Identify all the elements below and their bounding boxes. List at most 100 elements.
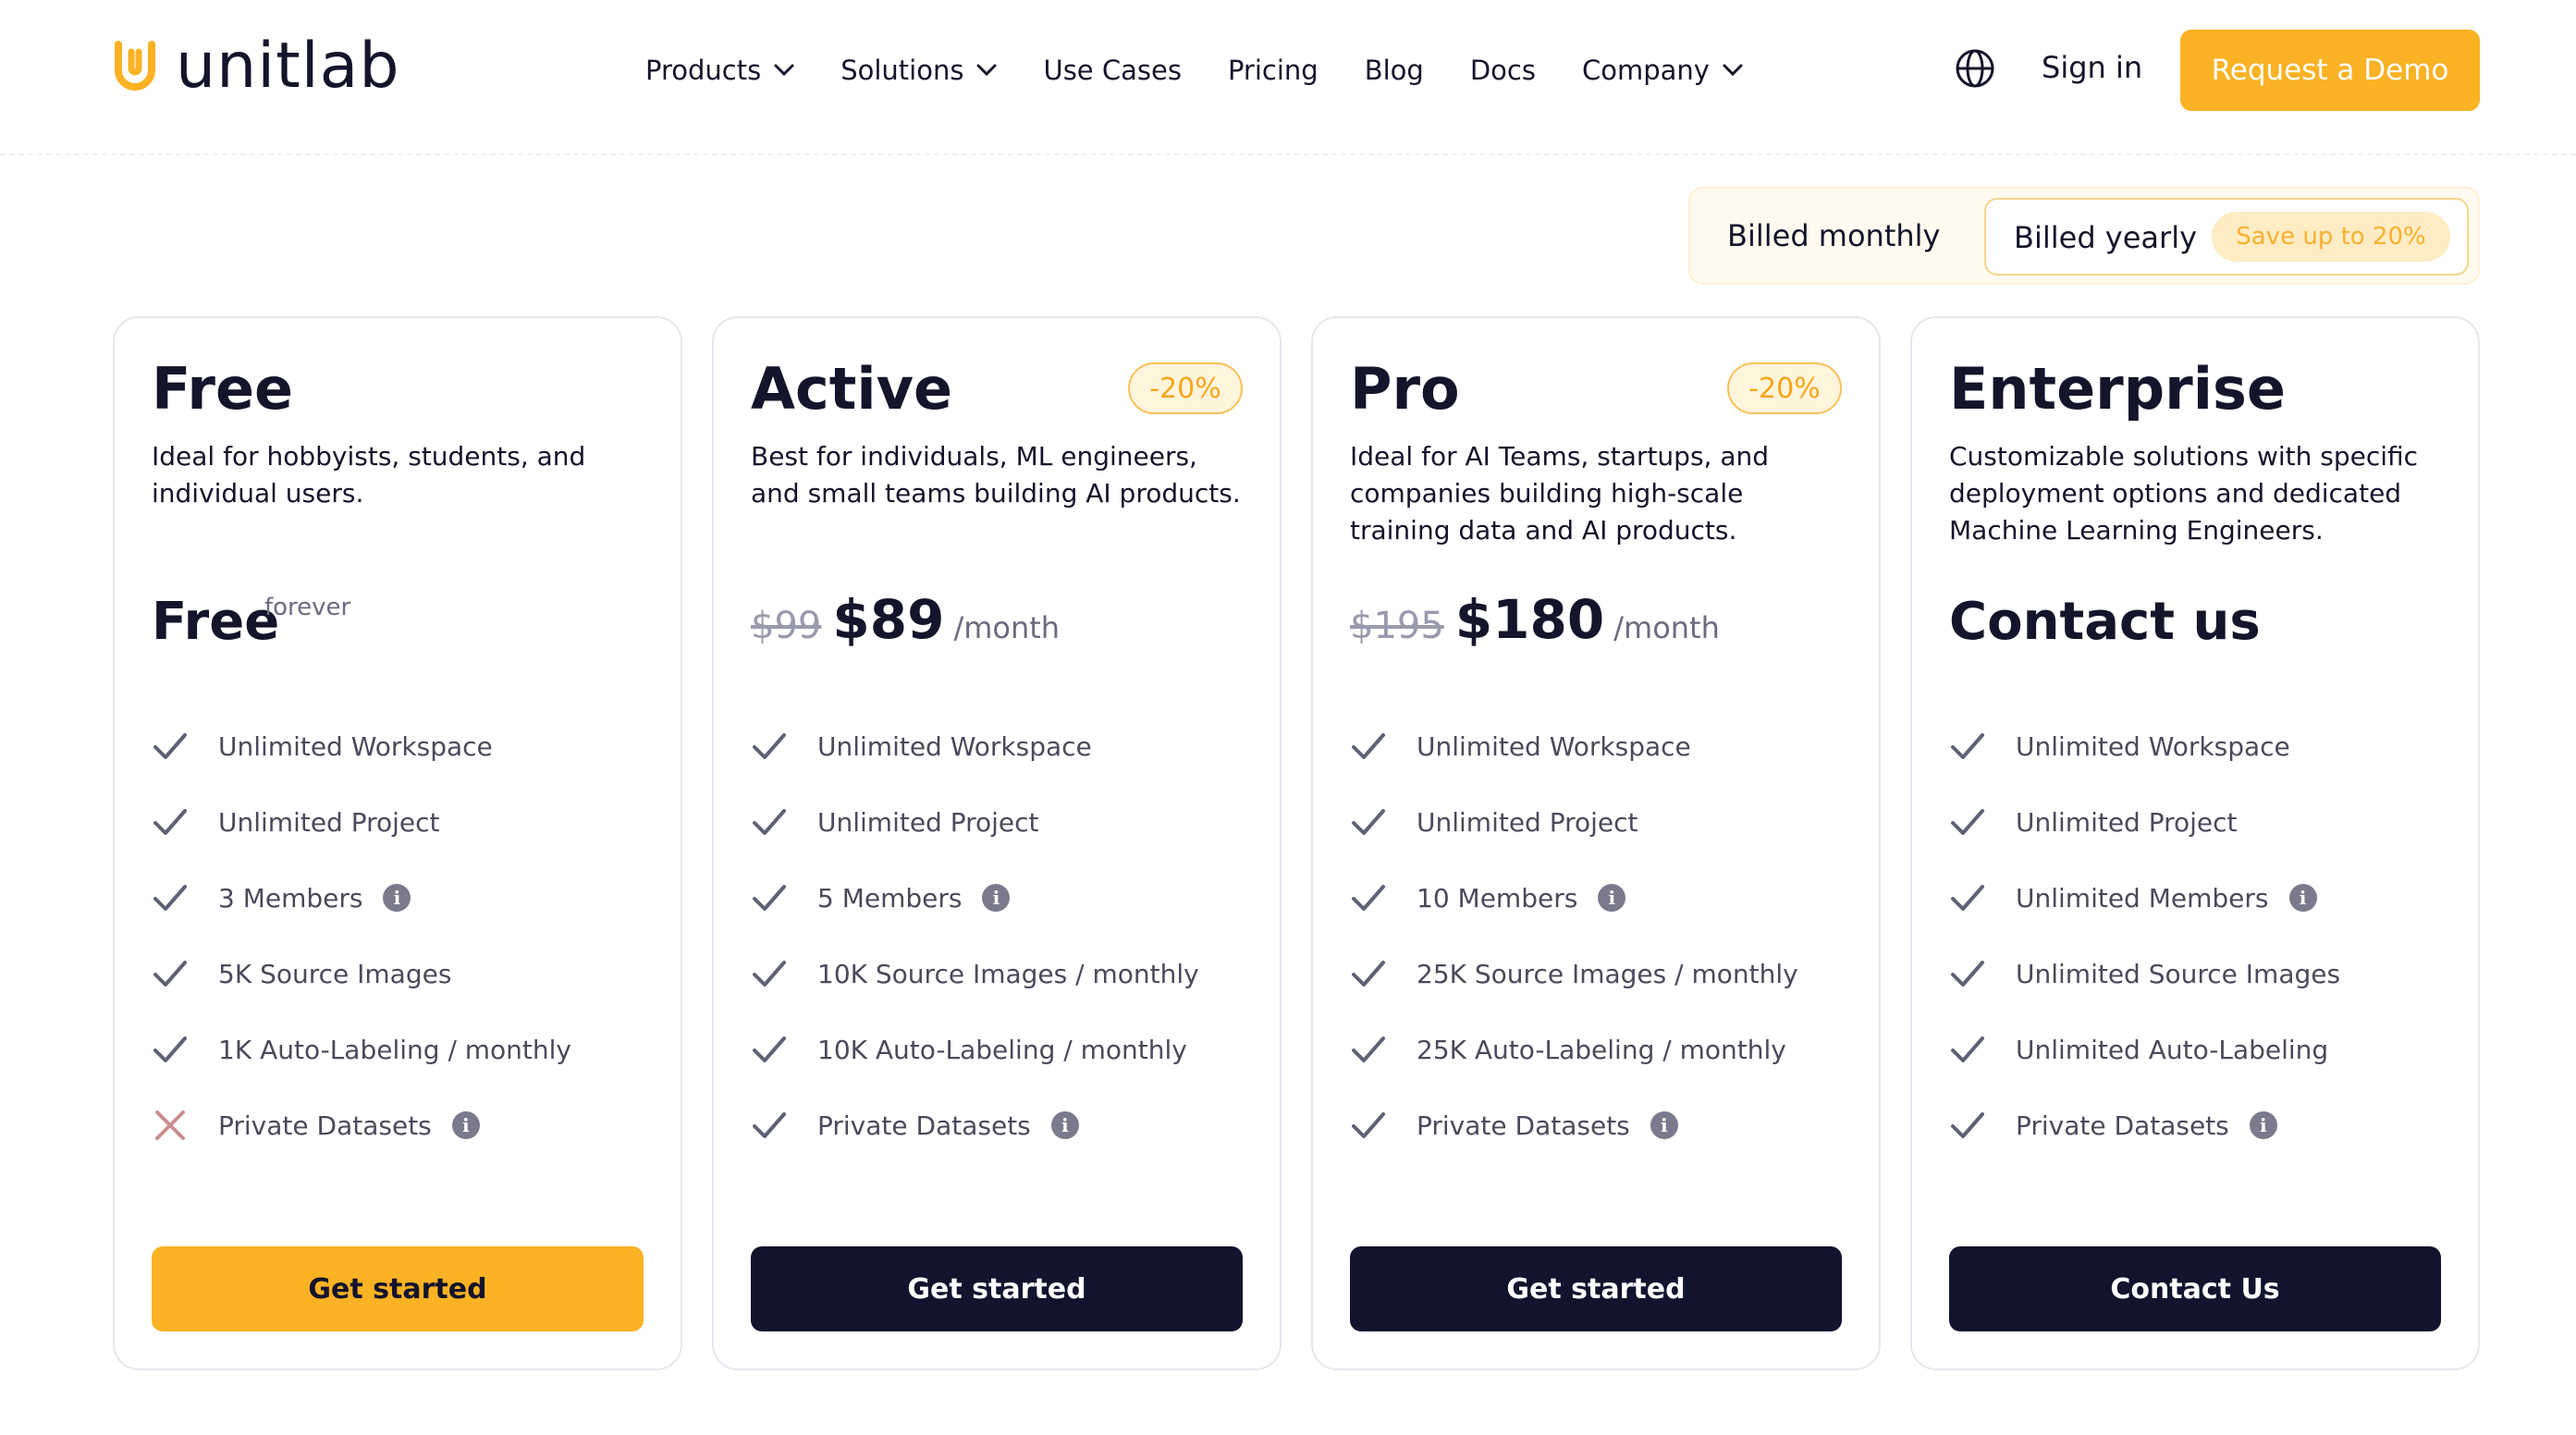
feature-text: Unlimited Project: [817, 806, 1039, 838]
feature-text: Unlimited Project: [2016, 806, 2238, 838]
chevron-down-icon: [1723, 64, 1743, 77]
discount-badge: -20%: [1128, 362, 1243, 414]
feature-text: Unlimited Project: [218, 806, 440, 838]
globe-icon[interactable]: [1955, 48, 1995, 89]
info-icon[interactable]: i: [383, 884, 411, 912]
feature-item: 25K Auto-Labeling / monthly: [1350, 1012, 1868, 1087]
feature-text: 25K Auto-Labeling / monthly: [1417, 1034, 1786, 1065]
feature-list: Unlimited Workspace Unlimited Project 10 M…: [1350, 708, 1868, 1163]
save-badge: Save up to 20%: [2212, 212, 2450, 262]
check-icon: [1951, 961, 1984, 987]
check-icon: [1951, 809, 1984, 835]
feature-text: Unlimited Workspace: [817, 730, 1092, 762]
plan-title: Active: [751, 355, 953, 423]
feature-item: 25K Source Images / monthly: [1350, 936, 1868, 1012]
feature-list: Unlimited Workspace Unlimited Project 5 Me…: [751, 708, 1269, 1163]
feature-item: Unlimited Auto-Labeling: [1949, 1012, 2467, 1087]
feature-text: 5K Source Images: [218, 958, 452, 989]
info-icon[interactable]: i: [2249, 1111, 2277, 1139]
info-icon[interactable]: i: [1050, 1111, 1079, 1139]
feature-text: Private Datasets: [2016, 1110, 2229, 1141]
chevron-down-icon: [774, 64, 794, 77]
check-icon: [1352, 733, 1385, 759]
check-icon: [1951, 1036, 1984, 1062]
feature-text: Private Datasets: [1417, 1110, 1630, 1141]
sign-in-link[interactable]: Sign in: [2042, 50, 2142, 85]
nav-label: Company: [1581, 55, 1710, 86]
site-header: unitlab Products Solutions Use Cases Pri…: [0, 0, 2576, 155]
check-icon: [1951, 733, 1984, 759]
feature-text: Unlimited Workspace: [2016, 730, 2290, 762]
feature-list: Unlimited Workspace Unlimited Project 3 Me…: [152, 708, 669, 1163]
nav-label: Products: [645, 55, 762, 86]
feature-item: Unlimited Workspace: [1949, 708, 2467, 784]
nav-docs[interactable]: Docs: [1470, 55, 1536, 86]
nav-solutions[interactable]: Solutions: [840, 55, 997, 86]
info-icon[interactable]: i: [2288, 884, 2317, 912]
nav-use-cases[interactable]: Use Cases: [1043, 55, 1181, 86]
nav-company[interactable]: Company: [1582, 55, 1743, 86]
check-icon: [153, 809, 187, 835]
check-icon: [1352, 1112, 1385, 1138]
plan-title: Free: [152, 355, 294, 423]
plan-card-active: Active -20% Best for individuals, ML eng…: [712, 316, 1282, 1370]
nav-label: Pricing: [1227, 55, 1319, 86]
get-started-button[interactable]: Get started: [1350, 1246, 1842, 1331]
billing-toggle: Billed monthly Billed yearly Save up to …: [1688, 187, 2480, 285]
feature-item: Unlimited Project: [1949, 784, 2467, 860]
check-icon: [1951, 885, 1984, 911]
check-icon: [753, 809, 786, 835]
check-icon: [753, 733, 786, 759]
feature-item: Unlimited Source Images: [1949, 936, 2467, 1012]
contact-us-button[interactable]: Contact Us: [1949, 1246, 2441, 1331]
feature-item: Unlimited Workspace: [152, 708, 669, 784]
get-started-button[interactable]: Get started: [751, 1246, 1243, 1331]
feature-item: Private Datasets i: [152, 1087, 669, 1163]
plan-card-free: Free Ideal for hobbyists, students, and …: [113, 316, 682, 1370]
price-old: $99: [751, 605, 822, 647]
feature-text: 1K Auto-Labeling / monthly: [218, 1034, 572, 1065]
plan-description: Customizable solutions with specific dep…: [1949, 441, 2419, 546]
nav-blog[interactable]: Blog: [1365, 55, 1424, 86]
get-started-button[interactable]: Get started: [152, 1246, 644, 1331]
feature-item: Private Datasets i: [751, 1087, 1269, 1163]
info-icon[interactable]: i: [1650, 1111, 1678, 1139]
check-icon: [153, 1036, 187, 1062]
logo[interactable]: unitlab: [111, 35, 399, 98]
nav-pricing[interactable]: Pricing: [1228, 55, 1319, 86]
discount-badge: -20%: [1727, 362, 1842, 414]
feature-item: Private Datasets i: [1350, 1087, 1868, 1163]
plan-description: Ideal for AI Teams, startups, and compan…: [1350, 441, 1770, 546]
feature-item: 5K Source Images: [152, 936, 669, 1012]
price-new: $89: [832, 588, 945, 651]
plan-description: Best for individuals, ML engineers, and …: [751, 441, 1241, 509]
plan-price: Free: [152, 592, 280, 652]
price-row: $195 $180 /month: [1350, 588, 1720, 651]
billed-monthly-option[interactable]: Billed monthly: [1727, 218, 1940, 253]
feature-text: Private Datasets: [817, 1110, 1031, 1141]
check-icon: [1352, 809, 1385, 835]
request-demo-button[interactable]: Request a Demo: [2180, 30, 2480, 111]
feature-text: Unlimited Workspace: [1417, 730, 1691, 762]
feature-text: 3 Members: [218, 882, 363, 914]
feature-text: 5 Members: [817, 882, 963, 914]
nav-label: Use Cases: [1043, 55, 1182, 86]
check-icon: [153, 885, 187, 911]
chevron-down-icon: [976, 64, 997, 77]
nav-products[interactable]: Products: [645, 55, 794, 86]
check-icon: [753, 961, 786, 987]
feature-text: 10K Source Images / monthly: [817, 958, 1199, 989]
check-icon: [1352, 961, 1385, 987]
price-unit: /month: [1613, 610, 1720, 645]
feature-item: 1K Auto-Labeling / monthly: [152, 1012, 669, 1087]
billed-yearly-label: Billed yearly: [2014, 220, 2198, 255]
feature-text: Unlimited Project: [1417, 806, 1638, 838]
info-icon[interactable]: i: [982, 884, 1011, 912]
info-icon[interactable]: i: [451, 1111, 480, 1139]
info-icon[interactable]: i: [1598, 884, 1626, 912]
check-icon: [1352, 885, 1385, 911]
billed-yearly-option[interactable]: Billed yearly Save up to 20%: [1984, 198, 2469, 276]
plan-title: Pro: [1350, 355, 1460, 423]
feature-item: Unlimited Project: [1350, 784, 1868, 860]
nav-label: Blog: [1364, 55, 1424, 86]
